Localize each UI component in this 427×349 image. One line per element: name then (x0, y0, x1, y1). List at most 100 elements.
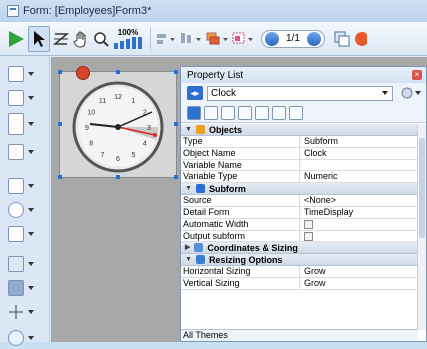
themes-footer[interactable]: All Themes (181, 329, 418, 341)
tab-screen-icon[interactable] (272, 105, 286, 120)
resize-handle[interactable] (174, 122, 178, 126)
object-order-button[interactable] (205, 26, 229, 52)
clock-number: 10 (87, 110, 95, 117)
combo-tool[interactable] (8, 141, 44, 163)
object-nav-icon[interactable]: ◂▸ (187, 86, 203, 100)
page-pager[interactable]: 1/1 (261, 29, 325, 48)
zoom-level-button[interactable]: 100% (112, 26, 144, 52)
property-row[interactable]: Variable Type Numeric (181, 171, 418, 184)
arrow-tool-button[interactable] (28, 25, 50, 52)
resize-handle[interactable] (116, 70, 120, 74)
plugin-tool[interactable] (8, 327, 44, 349)
page-indicator: 1/1 (286, 33, 300, 44)
property-row[interactable]: Output subform (181, 230, 418, 243)
section-objects[interactable]: ▼ Objects (181, 124, 418, 136)
group-button[interactable] (231, 26, 255, 52)
zoom-tool-button[interactable] (92, 26, 110, 52)
section-resizing-options[interactable]: ▼ Resizing Options (181, 254, 418, 267)
list-tool[interactable] (8, 111, 44, 137)
text-area-icon (8, 90, 24, 106)
resize-handle[interactable] (58, 175, 62, 179)
resize-handle[interactable] (58, 122, 62, 126)
line-tool[interactable] (8, 301, 44, 323)
page-navigator[interactable]: 1/1 (261, 26, 325, 52)
checkbox-tool[interactable] (8, 223, 44, 245)
tab-display-icon[interactable] (238, 105, 252, 120)
window-title: Form: [Employees]Form3* (23, 5, 152, 17)
line-icon (8, 304, 24, 320)
chevron-down-icon (28, 122, 34, 126)
property-row[interactable]: Object Name Clock (181, 147, 418, 160)
tab-control-tool[interactable] (8, 253, 44, 275)
property-row[interactable]: Variable Name (181, 159, 418, 172)
property-row[interactable]: Source <None> (181, 195, 418, 207)
distribute-button[interactable] (179, 26, 203, 52)
object-selector[interactable]: Clock (207, 85, 393, 101)
object-library-bar (0, 57, 50, 346)
scrollbar-thumb[interactable] (419, 138, 425, 238)
tab-action-icon[interactable] (221, 105, 235, 120)
plugin-icon (8, 330, 24, 346)
field-tool[interactable] (8, 63, 44, 85)
chevron-down-icon (28, 184, 34, 188)
rectangle-tool[interactable] (8, 277, 44, 299)
chevron-down-icon (28, 232, 34, 236)
tab-appearance-icon[interactable] (204, 105, 218, 120)
text-tool[interactable] (8, 87, 44, 109)
section-subform[interactable]: ▼ Subform (181, 183, 418, 196)
clock-number: 12 (114, 94, 122, 101)
radio-tool[interactable] (8, 199, 44, 221)
distribute-icon (181, 32, 201, 43)
z-order-tool-button[interactable] (52, 26, 70, 52)
chevron-down-icon (28, 262, 34, 266)
pages-icon (334, 31, 350, 46)
align-button[interactable] (155, 26, 177, 52)
tab-all-icon[interactable] (187, 105, 201, 120)
hand-icon (73, 31, 86, 48)
section-coordinates-sizing[interactable]: ▶ Coordinates & Sizing (181, 242, 418, 255)
resize-handle[interactable] (58, 70, 62, 74)
rectangle-icon (8, 280, 24, 296)
close-icon[interactable]: × (412, 70, 422, 80)
form-editor-window: Form: [Employees]Form3* 100% 1/1 12 1 2 … (0, 0, 427, 346)
hand-tool-button[interactable] (72, 26, 90, 52)
property-row[interactable]: Type Subform (181, 136, 418, 148)
view-button[interactable] (333, 26, 351, 52)
form-icon (7, 5, 19, 17)
resize-handle[interactable] (174, 175, 178, 179)
clock-number: 4 (143, 141, 147, 148)
clock-subform[interactable]: 12 1 2 3 4 5 6 7 8 9 10 11 (58, 66, 178, 179)
property-scrollbar[interactable] (417, 124, 426, 330)
clock-number: 5 (132, 152, 136, 159)
magnifier-icon (94, 31, 109, 47)
zoom-level-label: 100% (117, 28, 139, 37)
resizing-section-icon (195, 255, 205, 265)
clock-number: 7 (101, 152, 105, 159)
property-row[interactable]: Vertical Sizing Grow (181, 278, 418, 290)
property-row[interactable]: Horizontal Sizing Grow (181, 266, 418, 279)
property-row[interactable]: Automatic Width (181, 218, 418, 231)
field-icon (8, 66, 24, 82)
chevron-down-icon (28, 310, 34, 314)
tab-more-icon[interactable] (289, 105, 303, 120)
automatic-width-checkbox[interactable] (304, 219, 313, 229)
previous-page-icon[interactable] (265, 31, 279, 46)
options-menu-icon[interactable] (401, 86, 423, 100)
chevron-down-icon (28, 96, 34, 100)
resize-handle[interactable] (174, 70, 178, 74)
stop-button[interactable] (353, 26, 367, 52)
chevron-down-icon (382, 91, 388, 95)
align-icon (157, 33, 175, 44)
output-subform-checkbox[interactable] (304, 231, 313, 241)
clock-number: 8 (89, 141, 93, 148)
property-row[interactable]: Detail Form TimeDisplay (181, 206, 418, 219)
next-page-icon[interactable] (306, 31, 321, 46)
subform-badge-icon (76, 66, 90, 80)
selected-object-label: Clock (211, 87, 237, 99)
clock-number: 9 (85, 125, 89, 132)
resize-handle[interactable] (116, 175, 120, 179)
button-tool[interactable] (8, 175, 44, 197)
clock-number: 1 (132, 98, 136, 105)
run-form-button[interactable] (6, 26, 26, 52)
tab-chart-icon[interactable] (255, 105, 269, 120)
